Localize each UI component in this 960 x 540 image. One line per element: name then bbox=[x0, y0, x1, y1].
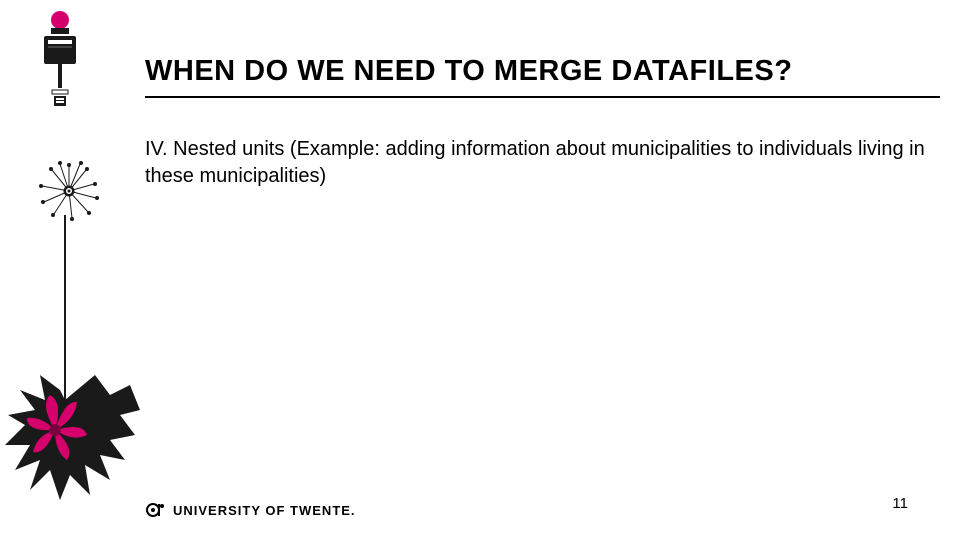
dandelion-seed-icon bbox=[38, 160, 100, 222]
left-decoration-strip bbox=[0, 0, 120, 540]
slide-body-text: IV. Nested units (Example: adding inform… bbox=[145, 136, 940, 190]
content-area: WHEN DO WE NEED TO MERGE DATAFILES? IV. … bbox=[145, 55, 940, 190]
page-number: 11 bbox=[892, 495, 908, 512]
camera-mic-icon bbox=[40, 10, 88, 120]
slide: WHEN DO WE NEED TO MERGE DATAFILES? IV. … bbox=[0, 0, 960, 540]
slide-title: WHEN DO WE NEED TO MERGE DATAFILES? bbox=[145, 55, 940, 98]
leaves-flower-icon bbox=[0, 360, 150, 520]
footer: UNIVERSITY OF TWENTE. bbox=[145, 500, 356, 520]
ut-logo-mark-icon bbox=[145, 500, 165, 520]
institution-logo: UNIVERSITY OF TWENTE. bbox=[145, 500, 356, 520]
institution-name: UNIVERSITY OF TWENTE. bbox=[173, 503, 356, 518]
